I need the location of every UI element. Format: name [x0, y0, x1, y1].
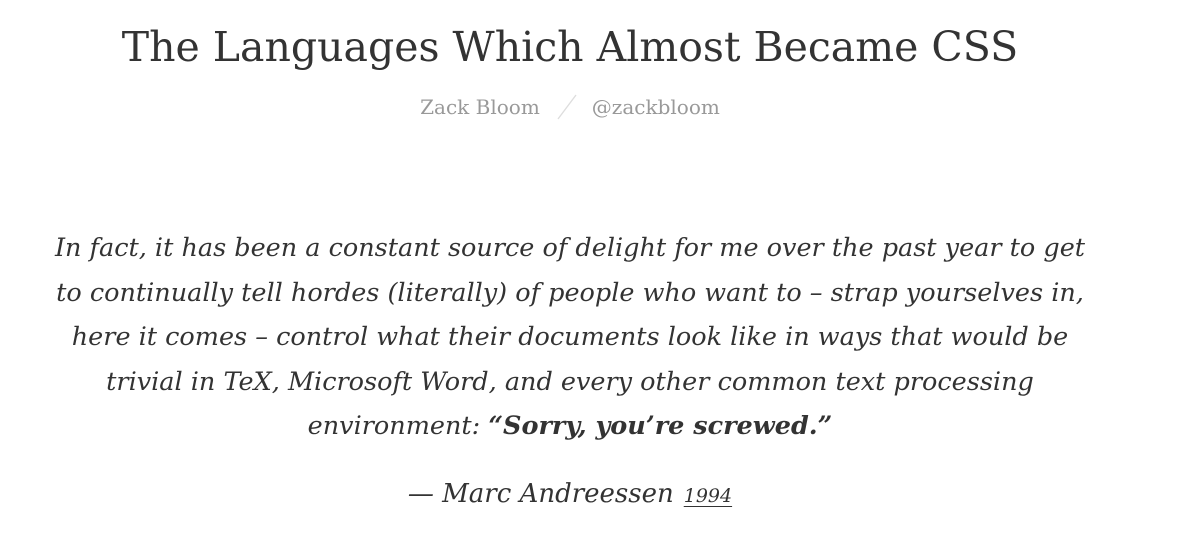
attribution-author: — Marc Andreessen [407, 479, 674, 509]
quote-emphasis: “Sorry, you’re screwed.” [488, 411, 833, 441]
slash-divider-icon [556, 94, 578, 120]
quote-last-line-prefix: environment: [307, 411, 489, 441]
quote-line-2: to continually tell hordes (literally) o… [56, 277, 1084, 308]
pull-quote: In fact, it has been a constant source o… [20, 226, 1120, 449]
article-title: The Languages Which Almost Became CSS [121, 23, 1019, 71]
quote-line-1: In fact, it has been a constant source o… [54, 233, 1086, 263]
attribution-year-link[interactable]: 1994 [684, 485, 732, 507]
byline: Zack Bloom @zackbloom [0, 93, 1140, 122]
quote-line-4: trivial in TeX, Microsoft Word, and ever… [106, 366, 1034, 397]
quote-line-3: here it comes – control what their docum… [71, 322, 1069, 352]
article-page: The Languages Which Almost Became CSS Za… [0, 0, 1200, 553]
author-handle-link[interactable]: @zackbloom [592, 95, 720, 119]
quote-attribution: — Marc Andreessen 1994 [0, 474, 1140, 516]
quote-line-5: environment: “Sorry, you’re screwed.” [20, 404, 1120, 449]
author-name-link[interactable]: Zack Bloom [420, 95, 540, 119]
